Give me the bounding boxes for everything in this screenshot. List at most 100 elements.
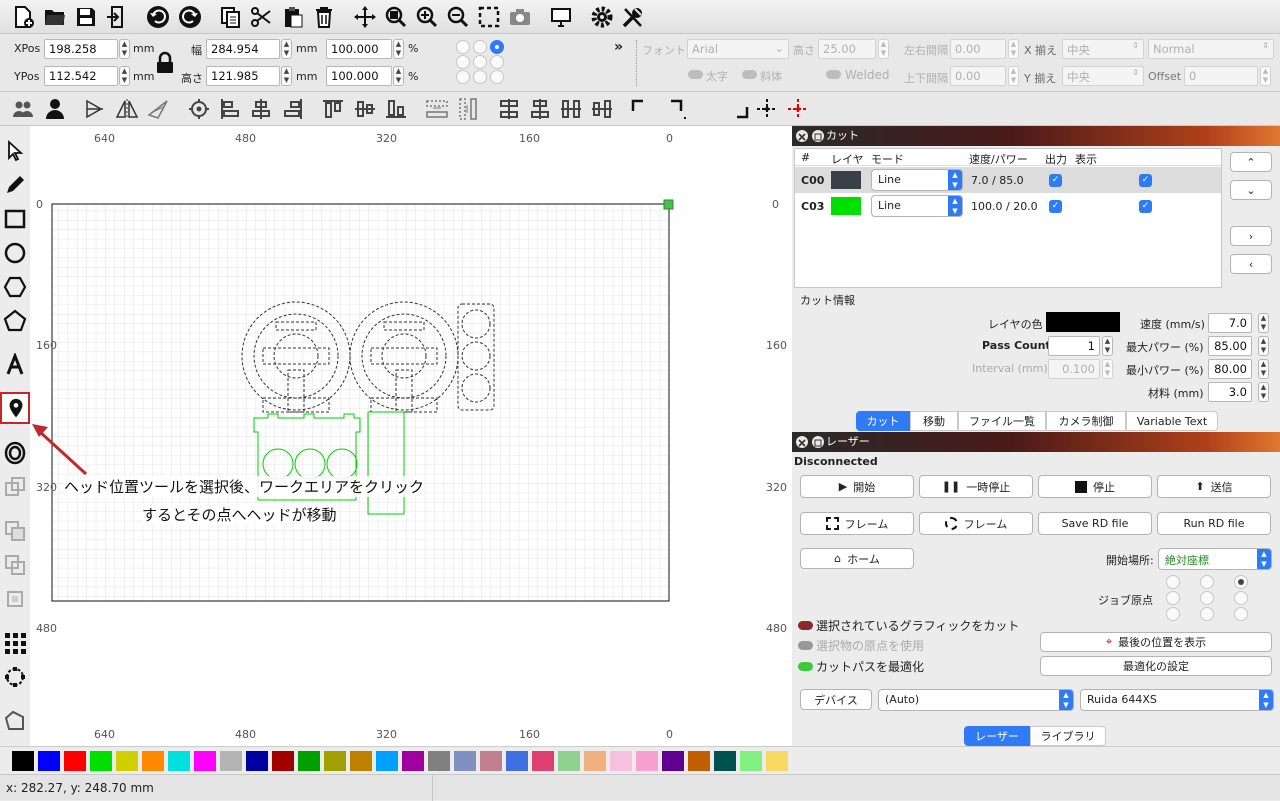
width-stepper[interactable]: ▲ ▼ xyxy=(281,39,292,59)
offset-tool-icon[interactable] xyxy=(2,440,28,466)
interval-input[interactable] xyxy=(1048,359,1100,379)
job-origin-top-right[interactable] xyxy=(1234,575,1248,589)
work-area[interactable] xyxy=(51,203,670,602)
xpos-stepper[interactable]: ▲ ▼ xyxy=(119,39,130,59)
close-icon[interactable] xyxy=(796,130,808,142)
frame-button[interactable]: フレーム xyxy=(800,512,914,535)
table-row[interactable]: C00 Line ▲ ▼ 7.0 / 85.0 ✓ ✓ xyxy=(795,167,1221,193)
color-swatch[interactable] xyxy=(116,751,138,771)
align-vcenter-icon[interactable] xyxy=(352,96,378,122)
layer-mode-select[interactable]: Line ▲ ▼ xyxy=(871,195,963,217)
material-stepper[interactable]: ▲ ▼ xyxy=(1258,382,1269,402)
color-swatch[interactable] xyxy=(636,751,658,771)
anchor-bottom-center[interactable] xyxy=(473,70,487,84)
mirror-icon[interactable] xyxy=(114,96,140,122)
monitor-icon[interactable] xyxy=(548,4,574,30)
flip-horizontal-icon[interactable] xyxy=(82,96,108,122)
float-panel-icon[interactable] xyxy=(812,130,824,142)
pass-count-input[interactable] xyxy=(1048,336,1100,356)
text-mode-select[interactable]: Normal ⇕ xyxy=(1148,39,1274,59)
scale-y-stepper[interactable]: ▲ ▼ xyxy=(393,66,404,86)
tab-move[interactable]: 移動 xyxy=(910,411,958,431)
zoom-in-icon[interactable] xyxy=(414,4,440,30)
offset-input[interactable] xyxy=(1184,66,1258,86)
space-horizontal-icon[interactable] xyxy=(558,96,584,122)
align-center-target-icon[interactable] xyxy=(186,96,212,122)
more-options[interactable]: » xyxy=(614,39,623,55)
lock-aspect-icon[interactable] xyxy=(152,50,178,76)
job-origin-top-left[interactable] xyxy=(1166,575,1180,589)
ellipse-tool-icon[interactable] xyxy=(2,240,28,266)
color-swatch[interactable] xyxy=(454,751,476,771)
yalign-select[interactable]: 中央 ⇕ xyxy=(1062,66,1144,86)
job-origin-top-center[interactable] xyxy=(1200,575,1214,589)
scale-x-input[interactable] xyxy=(326,39,392,59)
collapse-panel-button[interactable]: ‹ xyxy=(1230,254,1272,274)
cut-selected-toggle[interactable] xyxy=(798,621,813,630)
run-rd-button[interactable]: Run RD file xyxy=(1157,512,1271,535)
expand-panel-button[interactable]: › xyxy=(1230,226,1272,246)
edit-nodes-icon[interactable] xyxy=(2,708,28,734)
tab-cuts[interactable]: カット xyxy=(856,411,910,431)
save-icon[interactable] xyxy=(73,4,99,30)
anchor-center[interactable] xyxy=(473,55,487,69)
hspace-input[interactable] xyxy=(950,39,1006,59)
layer-color-value[interactable] xyxy=(1046,312,1120,332)
anchor-mid-left[interactable] xyxy=(456,55,470,69)
boolean-difference-icon[interactable] xyxy=(2,518,28,544)
job-origin-bottom-center[interactable] xyxy=(1200,607,1214,621)
import-icon[interactable] xyxy=(104,4,130,30)
close-icon[interactable] xyxy=(796,436,808,448)
layer-color-swatch[interactable] xyxy=(831,171,861,189)
anchor-bottom-left[interactable] xyxy=(456,70,470,84)
undo-icon[interactable] xyxy=(145,4,171,30)
hspace-stepper[interactable]: ▲ ▼ xyxy=(1008,39,1019,59)
devices-button[interactable]: デバイス xyxy=(800,689,872,710)
space-vertical-alt-icon[interactable] xyxy=(527,96,553,122)
vspace-input[interactable] xyxy=(950,66,1006,86)
show-checkbox[interactable]: ✓ xyxy=(1139,200,1152,213)
move-to-laser-icon[interactable] xyxy=(785,96,811,122)
color-swatch[interactable] xyxy=(90,751,112,771)
show-checkbox[interactable]: ✓ xyxy=(1139,174,1152,187)
color-swatch[interactable] xyxy=(584,751,606,771)
color-swatch[interactable] xyxy=(402,751,424,771)
move-to-bottom-right-icon[interactable] xyxy=(726,96,752,122)
start-from-select[interactable]: 絶対座標 ▲ ▼ xyxy=(1158,548,1272,570)
stop-button[interactable]: 停止 xyxy=(1038,475,1152,498)
redo-icon[interactable] xyxy=(177,4,203,30)
move-to-top-left-icon[interactable] xyxy=(628,96,654,122)
optimization-settings-button[interactable]: 最適化の設定 xyxy=(1040,656,1272,676)
tab-variable-text[interactable]: Variable Text xyxy=(1126,411,1218,431)
move-layer-down-button[interactable]: ⌄ xyxy=(1230,180,1272,200)
color-swatch[interactable] xyxy=(272,751,294,771)
color-swatch[interactable] xyxy=(350,751,372,771)
color-swatch[interactable] xyxy=(298,751,320,771)
move-layer-up-button[interactable]: ⌃ xyxy=(1230,152,1272,172)
output-checkbox[interactable]: ✓ xyxy=(1049,174,1062,187)
tools-icon[interactable] xyxy=(620,4,646,30)
max-power-input[interactable] xyxy=(1208,336,1252,356)
offset-stepper[interactable]: ▲ ▼ xyxy=(1260,66,1271,86)
color-swatch[interactable] xyxy=(38,751,60,771)
anchor-top-center[interactable] xyxy=(473,40,487,54)
circle-frame-button[interactable]: フレーム xyxy=(919,512,1033,535)
boolean-intersection-icon[interactable] xyxy=(2,552,28,578)
width-input[interactable] xyxy=(206,39,280,59)
device-select[interactable]: Ruida 644XS ▲ ▼ xyxy=(1080,689,1274,711)
pen-tool-icon[interactable] xyxy=(2,172,28,198)
port-select[interactable]: (Auto) ▲ ▼ xyxy=(878,689,1074,711)
job-origin-mid-left[interactable] xyxy=(1166,591,1180,605)
color-swatch[interactable] xyxy=(662,751,684,771)
color-swatch[interactable] xyxy=(480,751,502,771)
group-icon[interactable] xyxy=(10,96,36,122)
anchor-mid-right[interactable] xyxy=(490,55,504,69)
new-file-icon[interactable] xyxy=(10,4,36,30)
speed-stepper[interactable]: ▲ ▼ xyxy=(1258,313,1269,333)
send-button[interactable]: ⬆ 送信 xyxy=(1157,475,1271,498)
move-icon[interactable] xyxy=(352,4,378,30)
weld-icon[interactable] xyxy=(2,586,28,612)
tab-camera-control[interactable]: カメラ制御 xyxy=(1046,411,1126,431)
start-button[interactable]: ▶ 開始 xyxy=(800,475,914,498)
job-origin-bottom-left[interactable] xyxy=(1166,607,1180,621)
